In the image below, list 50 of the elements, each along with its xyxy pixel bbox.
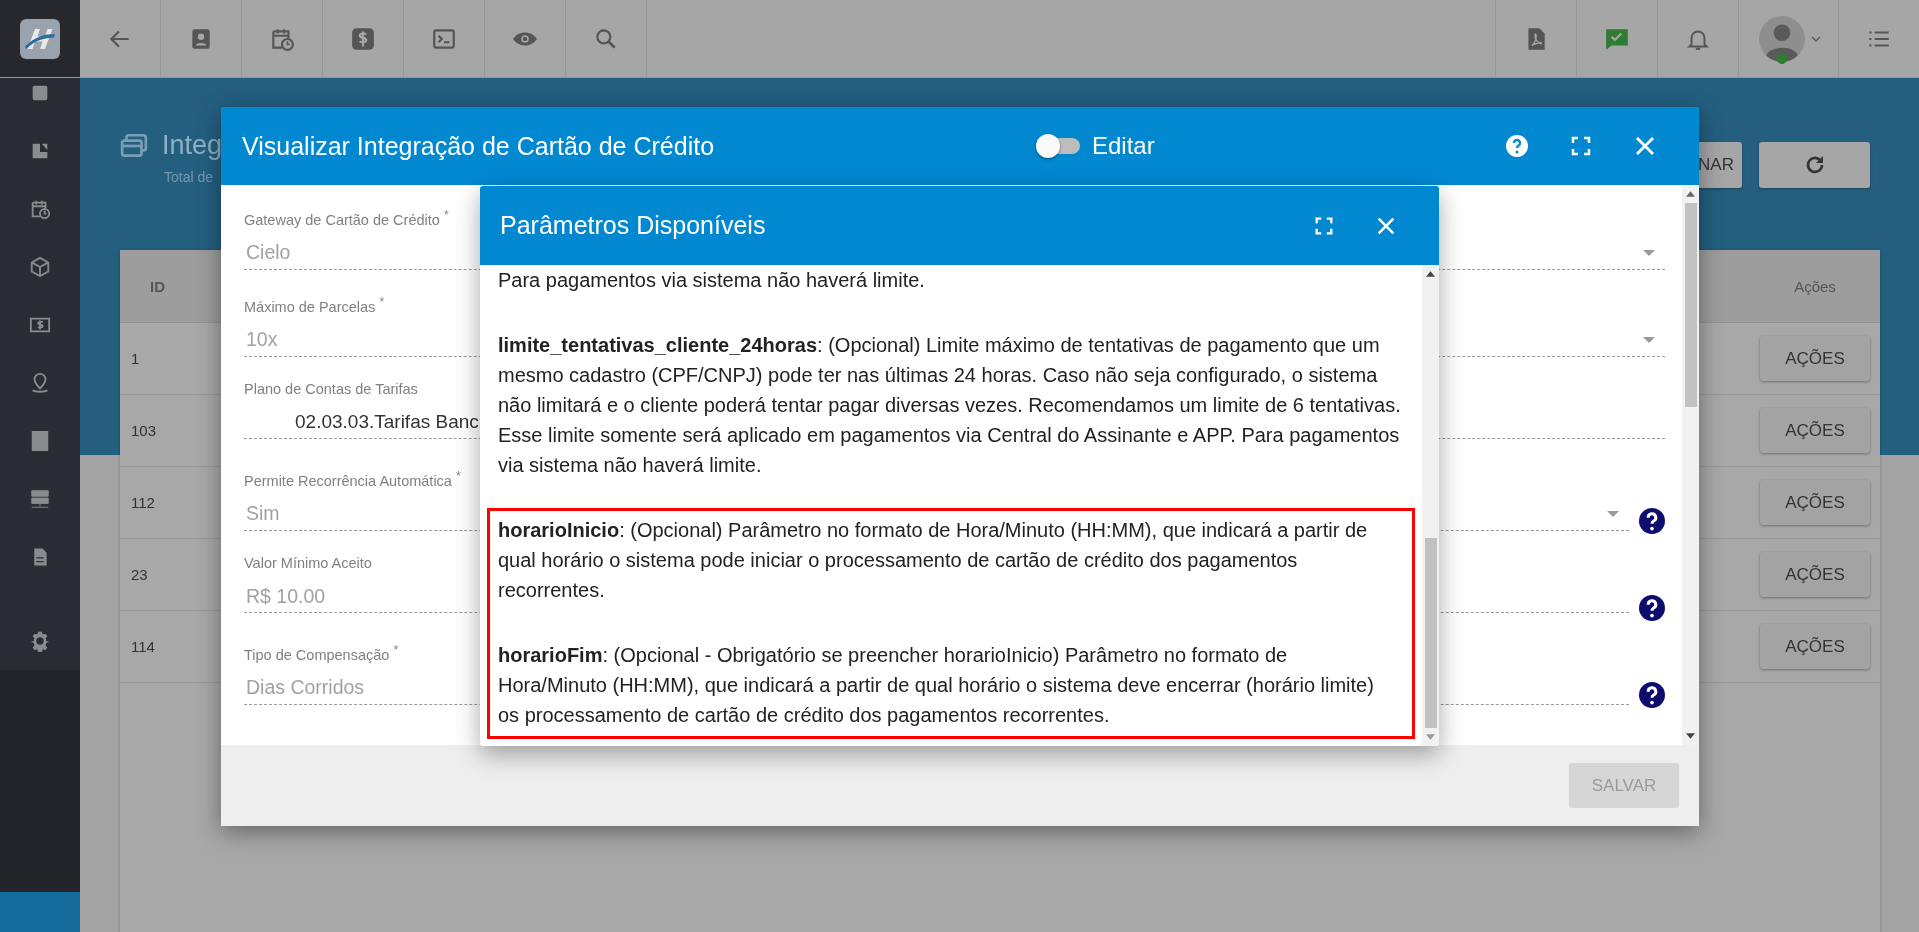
cards-icon	[120, 132, 148, 159]
help-icon[interactable]	[1639, 681, 1665, 708]
field-label: Gateway de Cartão de Crédito $^{*}$	[244, 207, 449, 229]
calendar-icon[interactable]	[29, 198, 51, 220]
scrollbar[interactable]	[1682, 185, 1699, 745]
field-label: Valor Mínimo Aceito	[244, 555, 372, 572]
gear-icon[interactable]	[29, 630, 51, 652]
refresh-button[interactable]	[1759, 142, 1870, 188]
parameter-description: horarioInicio: (Opcional) Parâmetro no formato de Hora/Minuto (HH:MM), que indicará a partir de qual horário o sistema pode iniciar o processamento de cartão de crédito dos pagamentos recorrentes.	[498, 518, 1369, 603]
avatar[interactable]	[1756, 13, 1807, 64]
dollar-icon[interactable]	[350, 25, 376, 52]
dropdown-caret-icon	[1643, 336, 1655, 343]
parameter-description: Para pagamentos via sistema não haverá limite.	[498, 268, 926, 293]
table-cell-text: 112	[130, 494, 155, 511]
actions-button[interactable]: AÇÕES	[1760, 552, 1870, 597]
column-header: Ações	[1793, 277, 1837, 295]
actions-button[interactable]: AÇÕES	[1760, 624, 1870, 669]
table-cell-text: 114	[130, 638, 155, 655]
dropdown-caret-icon	[1643, 249, 1655, 256]
dialog-title: Parâmetros Disponíveis	[500, 211, 766, 240]
cube-icon[interactable]	[29, 256, 51, 278]
page-title: Integ	[162, 130, 223, 161]
server-icon[interactable]	[29, 488, 51, 510]
dropdown-caret-icon	[1607, 510, 1619, 517]
scroll-down-arrow-icon[interactable]	[1686, 733, 1695, 739]
actions-button[interactable]: AÇÕES	[1760, 408, 1870, 453]
field-label: Plano de Contas de Tarifas	[244, 381, 418, 398]
table-cell-text: 23	[130, 566, 148, 583]
actions-button[interactable]: AÇÕES	[1760, 480, 1870, 525]
parameter-description: limite_tentativas_cliente_24horas: (Opcional) Limite máximo de tentativas de pagamento que um mesmo cadastro (CPF/CNPJ) pode ter nas últimas 24 horas. Caso não seja configurado, o sistema não limitará e o cliente poderá tentar pagar diversas vezes. Recomendamos um limite de 6 tentativas. Esse limite somente será aplicado em pagamentos via Central do Assinante e APP. Para pagamentos via sistema não haverá limite.	[498, 333, 1402, 478]
toggle-label: Editar	[1092, 132, 1155, 160]
logo-icon[interactable]	[20, 18, 60, 59]
scroll-up-arrow-icon[interactable]	[1686, 191, 1695, 197]
parameter-description: horarioFim: (Opcional - Obrigatório se preencher horarioInicio) Parâmetro no formato de Hora/Minuto (HH:MM), que indicará a partir de qual horário o sistema deve encerrar (horário limite) os processamento de cartão de crédito dos pagamentos recorrentes.	[498, 643, 1375, 728]
caret-icon[interactable]	[1810, 35, 1821, 42]
scroll-up-arrow-icon[interactable]	[1426, 271, 1435, 277]
modal-title: Visualizar Integração de Cartão de Crédito	[242, 131, 716, 161]
actions-button[interactable]: AÇÕES	[1760, 336, 1870, 381]
field-label: Tipo de Compensação $^{*}$	[244, 642, 399, 664]
column-header: ID	[149, 277, 165, 295]
table-cell-text: 103	[130, 422, 157, 439]
scrollbar[interactable]	[1422, 265, 1439, 746]
table-cell-text: 1	[130, 350, 140, 367]
page-subtitle: Total de	[164, 169, 215, 185]
fullscreen-icon[interactable]	[1569, 134, 1593, 158]
help-icon[interactable]	[1639, 507, 1665, 534]
field-label: Máximo de Parcelas $^{*}$	[244, 294, 385, 316]
board-icon[interactable]	[29, 140, 51, 162]
help-icon[interactable]	[1639, 594, 1665, 621]
field-label: Permite Recorrência Automática $^{*}$	[244, 468, 461, 490]
